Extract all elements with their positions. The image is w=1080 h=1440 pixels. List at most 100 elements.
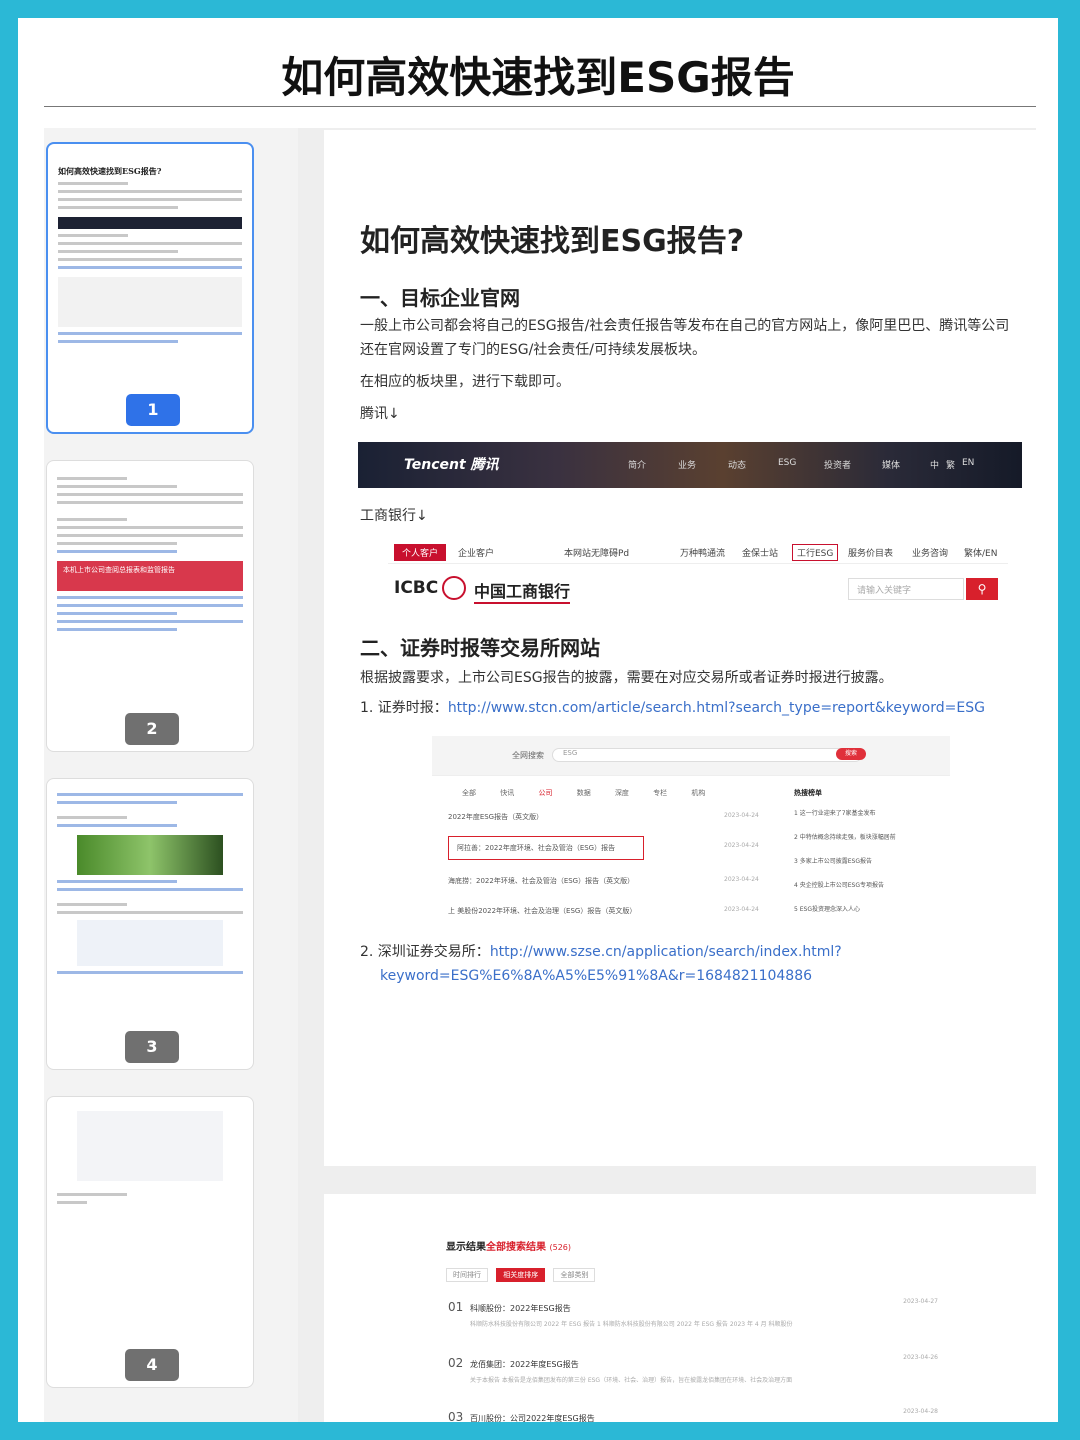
document-viewer[interactable]: 如何高效快速找到ESG报告? 一、目标企业官网 一般上市公司都会将自己的ESG报… (298, 128, 1036, 1425)
thumb-link-line (57, 880, 177, 883)
section-paragraph: 根据披露要求，上市公司ESG报告的披露，需要在对应交易所或者证券时报进行披露。 (360, 670, 893, 686)
stcn-side-item: 2 中特估概念持续走强，板块涨幅居前 (794, 834, 896, 841)
stcn-result-row: 2022年度ESG报告（英文版） (448, 813, 544, 821)
icbc-website-screenshot: 个人客户 企业客户 本网站无障碍Pd 万种鸭通流 金保士站 工行ESG 服务价目… (358, 540, 1022, 610)
thumb-screenshot (58, 277, 242, 327)
stcn-result-row-highlighted: 阿拉善：2022年度环境、社会及管治（ESG）报告 (448, 836, 644, 860)
tencent-label: 腾讯↓ (360, 406, 400, 422)
page-number-badge[interactable]: 2 (125, 713, 179, 745)
tencent-website-screenshot: Tencent 腾讯 简介 业务 动态 ESG 投资者 媒体 中 繁 EN (358, 442, 1022, 488)
stcn-result-row: 上 美股份2022年环境、社会及治理（ESG）报告（英文版） (448, 907, 637, 915)
tencent-nav-item: 动态 (728, 461, 747, 471)
document-page-1: 如何高效快速找到ESG报告? 一、目标企业官网 一般上市公司都会将自己的ESG报… (324, 130, 1036, 1166)
szse-filter: 相关度排序 (496, 1268, 546, 1282)
icbc-logo-cn: 中国工商银行 (474, 578, 571, 604)
szse-heading-highlight: 全部搜索结果 (486, 1242, 546, 1253)
szse-result: 01 科顺股份：2022年ESG报告 2023-04-27 科顺防水科技股份有限公… (448, 1296, 938, 1328)
stcn-search-input: ESG (552, 748, 862, 762)
thumb-banner-text: 本机上市公司查阅总报表和监管报告 (63, 566, 175, 574)
stcn-result-date: 2023-04-24 (724, 876, 759, 883)
stcn-category: 深度 (614, 789, 629, 797)
tencent-nav-item: 中 (930, 461, 940, 471)
stcn-link[interactable]: http://www.stcn.com/article/search.html?… (448, 700, 985, 716)
icbc-tab: 业务咨询 (912, 549, 949, 559)
thumb-line (57, 518, 127, 521)
section-heading: 一、目标企业官网 (360, 286, 520, 310)
icbc-tab: 万种鸭通流 (680, 549, 726, 559)
icbc-tab: 服务价目表 (848, 549, 894, 559)
stcn-category: 公司 (538, 789, 553, 797)
thumb-line (57, 1193, 127, 1196)
tencent-logo: Tencent 腾讯 (404, 457, 499, 473)
icbc-nav-tabs: 个人客户 企业客户 本网站无障碍Pd 万种鸭通流 金保士站 工行ESG 服务价目… (388, 544, 1008, 564)
thumb-line (58, 182, 128, 185)
page-thumbnail-3[interactable]: 3 (46, 778, 254, 1070)
szse-link[interactable]: http://www.szse.cn/application/search/in… (490, 944, 842, 960)
szse-filters: 时间排行 相关度排序 全部类别 (446, 1268, 601, 1282)
szse-link-item: 2. 深圳证券交易所：http://www.szse.cn/applicatio… (360, 940, 1020, 964)
thumb-line (57, 501, 243, 504)
stcn-categories: 全部 快讯 公司 数据 深度 专栏 机构 (462, 788, 727, 798)
thumb-line (58, 198, 242, 201)
page-thumbnail-4[interactable]: 4 (46, 1096, 254, 1388)
thumb-line (57, 477, 127, 480)
icbc-tab: 企业客户 (458, 549, 495, 559)
thumb-line (57, 911, 243, 914)
result-title: 龙佰集团：2022年度ESG报告 (470, 1360, 579, 1369)
result-title: 科顺股份：2022年ESG报告 (470, 1304, 571, 1313)
section-paragraph: 在相应的板块里，进行下载即可。 (360, 374, 570, 390)
page-number-badge[interactable]: 3 (125, 1031, 179, 1063)
icbc-logo-en: ICBC (394, 578, 439, 598)
thumb-line (57, 816, 127, 819)
page-number-badge[interactable]: 4 (125, 1349, 179, 1381)
page-frame: 如何高效快速找到ESG报告 如何高效快速找到ESG报告? 1 本机上市公司查阅总… (18, 18, 1058, 1425)
thumb-line (58, 234, 128, 237)
stcn-side-item: 3 多家上市公司披露ESG报告 (794, 858, 872, 865)
szse-link-continued[interactable]: keyword=ESG%E6%8A%A5%E5%91%8A&r=16848211… (380, 964, 1040, 988)
section-heading: 二、证券时报等交易所网站 (360, 636, 600, 660)
stcn-category: 机构 (691, 789, 706, 797)
document-title: 如何高效快速找到ESG报告? (360, 224, 745, 259)
stcn-result-date: 2023-04-24 (724, 812, 759, 819)
thumb-link-line (57, 888, 243, 891)
page-thumbnail-2[interactable]: 本机上市公司查阅总报表和监管报告 2 (46, 460, 254, 752)
szse-result: 03 百川股份：公司2022年度ESG报告 2023-04-28 (448, 1406, 938, 1425)
thumb-line (57, 534, 243, 537)
thumb-link-line (57, 801, 177, 804)
stcn-category: 数据 (576, 789, 591, 797)
icbc-tab: 金保士站 (742, 549, 779, 559)
tencent-nav-item: 简介 (628, 461, 647, 471)
thumb-line (57, 526, 243, 529)
page-title: 如何高效快速找到ESG报告 (281, 53, 795, 102)
thumb-link-line (57, 604, 243, 607)
thumb-line (58, 258, 242, 261)
title-divider (44, 106, 1036, 107)
thumb-link-line (57, 824, 177, 827)
stcn-result-row: 海底捞：2022年环境、社会及管治（ESG）报告（英文版） (448, 877, 635, 885)
thumb-line (58, 190, 242, 193)
thumb-link-line (57, 628, 177, 631)
thumb-line (57, 1201, 87, 1204)
szse-result-count: (526) (549, 1243, 571, 1252)
thumb-tencent-banner (58, 217, 242, 229)
thumb-line (57, 542, 177, 545)
icbc-tab-esg: 工行ESG (792, 544, 839, 561)
thumb-line (58, 250, 178, 253)
szse-heading-prefix: 显示结果 (446, 1242, 486, 1253)
page-number-badge[interactable]: 1 (126, 394, 180, 426)
tencent-nav-item: 投资者 (824, 461, 852, 471)
thumb-link-line (57, 612, 177, 615)
stcn-search-label: 全网搜索 (512, 751, 544, 760)
stcn-category: 全部 (462, 789, 476, 797)
thumbnail-title: 如何高效快速找到ESG报告? (58, 166, 162, 176)
thumbnail-sidebar[interactable]: 如何高效快速找到ESG报告? 1 本机上市公司查阅总报表和监管报告 2 3 4 (44, 128, 298, 1422)
tencent-nav-item: EN (962, 458, 975, 468)
thumb-link-line (58, 266, 242, 269)
result-date: 2023-04-27 (903, 1298, 938, 1305)
stcn-link-item: 1. 证券时报：http://www.stcn.com/article/sear… (360, 696, 1020, 720)
stcn-side-item: 1 这一行业迎来了7家基金发布 (794, 810, 876, 817)
page-thumbnail-1[interactable]: 如何高效快速找到ESG报告? 1 (46, 142, 254, 434)
thumb-link-line (57, 596, 243, 599)
stcn-result-date: 2023-04-24 (724, 906, 759, 913)
thumb-link-line (57, 793, 243, 796)
